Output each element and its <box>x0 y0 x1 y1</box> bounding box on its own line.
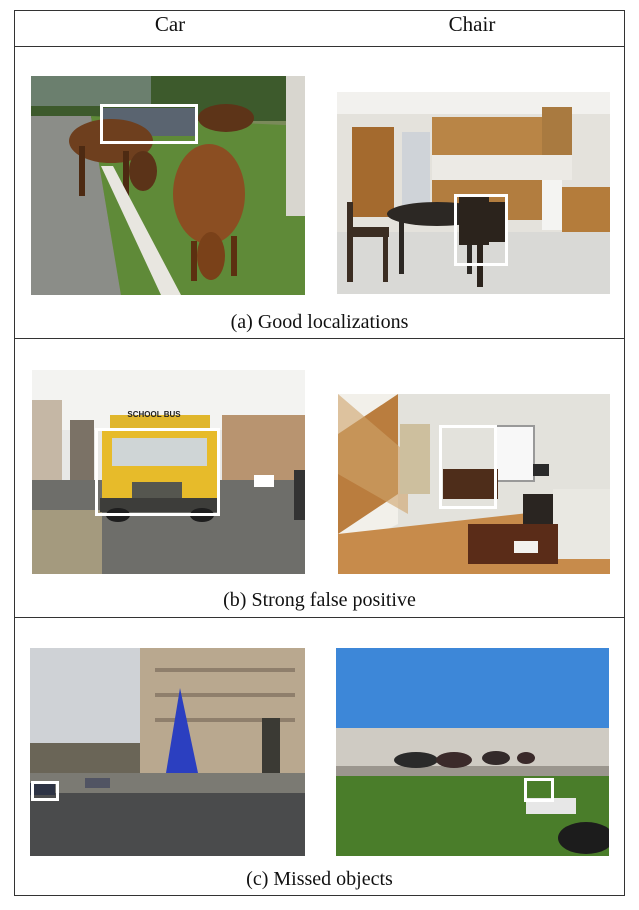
detection-box-car-false-positive <box>95 428 220 516</box>
caption-row-b: (b) Strong false positive <box>223 589 416 611</box>
bus-sign: SCHOOL BUS <box>108 409 200 420</box>
column-header-chair: Chair <box>448 12 496 36</box>
detection-box-chair-missed <box>524 778 554 802</box>
row-divider <box>14 338 625 339</box>
header-divider <box>14 46 625 47</box>
caption-row-c: (c) Missed objects <box>246 868 393 890</box>
row-divider <box>14 617 625 618</box>
bus-sign-text: SCHOOL BUS <box>127 410 181 419</box>
detection-box-chair <box>454 194 508 266</box>
photo-city-square <box>30 648 305 856</box>
detection-box-car <box>100 104 198 144</box>
detection-box-chair-false-positive <box>439 425 497 509</box>
photo-velodrome <box>336 648 609 856</box>
caption-row-a: (a) Good localizations <box>230 311 409 333</box>
detection-box-car-missed <box>31 781 59 801</box>
column-header-car: Car <box>154 12 186 36</box>
